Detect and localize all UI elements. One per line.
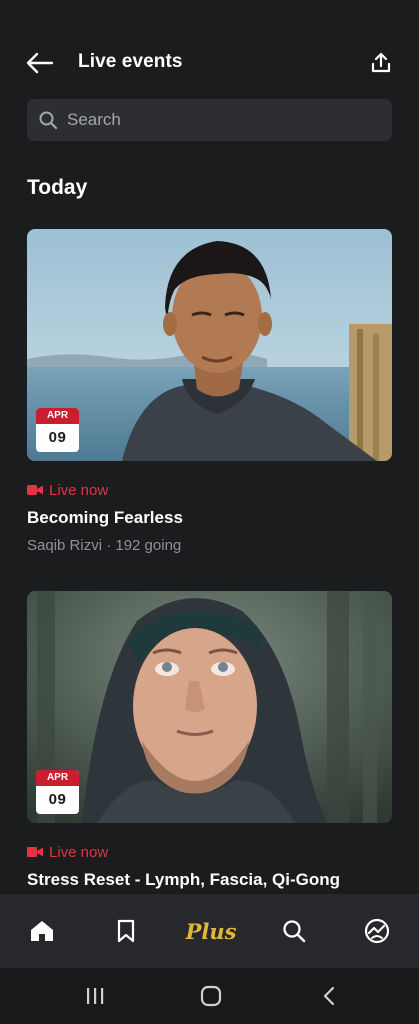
system-navigation-bar — [0, 968, 419, 1024]
event-title[interactable]: Stress Reset - Lymph, Fascia, Qi-Gong — [27, 870, 392, 890]
event-photo — [27, 591, 392, 823]
system-back-button[interactable] — [319, 984, 339, 1008]
live-status: Live now — [27, 843, 392, 861]
bottom-navigation: Plus — [0, 894, 419, 968]
nav-search[interactable] — [279, 916, 309, 946]
arrow-left-icon — [26, 52, 54, 74]
search-icon — [38, 110, 58, 130]
event-title[interactable]: Becoming Fearless — [27, 508, 392, 528]
search-bar[interactable] — [27, 99, 392, 141]
date-month: APR — [36, 770, 79, 786]
nav-profile[interactable] — [362, 916, 392, 946]
date-badge: APR 09 — [36, 770, 79, 814]
system-home-button[interactable] — [199, 984, 223, 1008]
search-icon — [283, 920, 306, 943]
event-image[interactable]: APR 09 — [27, 591, 392, 823]
event-image[interactable]: APR 09 — [27, 229, 392, 461]
circle-home-icon — [200, 985, 222, 1007]
search-input[interactable] — [67, 110, 367, 130]
header: Live events — [0, 40, 419, 86]
event-photo — [27, 229, 392, 461]
live-status: Live now — [27, 481, 392, 499]
nav-saved[interactable] — [111, 916, 141, 946]
date-month: APR — [36, 408, 79, 424]
live-events-screen: Live events Today — [0, 0, 419, 1024]
nav-home[interactable] — [27, 916, 57, 946]
date-day: 09 — [48, 429, 67, 446]
bookmark-icon — [117, 919, 135, 943]
section-heading-today: Today — [27, 176, 88, 199]
recent-apps-icon — [87, 988, 104, 1004]
event-card[interactable]: APR 09 Live now Becoming Fearless Saqib … — [27, 229, 392, 554]
video-camera-icon — [27, 846, 43, 858]
profile-icon — [364, 918, 390, 944]
live-label: Live now — [49, 843, 109, 861]
share-icon — [371, 52, 391, 73]
back-button[interactable] — [24, 48, 56, 78]
date-badge: APR 09 — [36, 408, 79, 452]
page-title: Live events — [78, 51, 183, 72]
event-card[interactable]: APR 09 Live now Stress Reset - Lymph, Fa… — [27, 591, 392, 890]
chevron-left-icon — [323, 986, 335, 1006]
event-meta: Saqib Rizvi · 192 going — [27, 537, 182, 554]
recent-apps-button[interactable] — [84, 984, 106, 1008]
live-label: Live now — [49, 481, 109, 499]
date-day: 09 — [48, 791, 67, 808]
home-icon — [31, 921, 53, 941]
video-camera-icon — [27, 484, 43, 496]
nav-plus[interactable]: Plus — [184, 916, 238, 946]
share-button[interactable] — [366, 48, 396, 78]
